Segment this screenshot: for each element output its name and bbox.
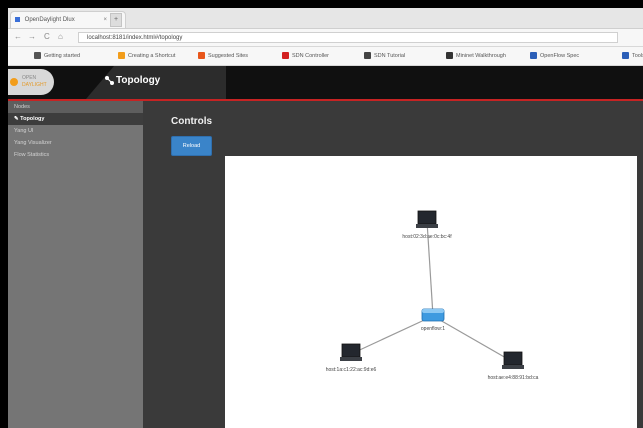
bookmark-label: Getting started xyxy=(44,53,81,59)
logo-text-top: OPEN xyxy=(22,75,37,81)
topology-canvas[interactable]: host:02:3d:ae:0c:bc:4f openflow:1 host:1a:… xyxy=(225,156,637,428)
switch-top xyxy=(422,309,444,313)
host-icon xyxy=(503,351,523,366)
bookmark-label: SDN Controller xyxy=(292,53,329,59)
bookmarks-bar: Getting started Creating a Shortcut Sugges… xyxy=(8,47,643,66)
header-title: Topology xyxy=(116,75,161,86)
logo-mark-icon xyxy=(10,78,18,86)
host-base xyxy=(416,224,438,228)
bookmark-item[interactable]: SDN Controller xyxy=(282,51,329,61)
controls-title: Controls xyxy=(171,116,213,127)
host-base xyxy=(502,365,524,369)
logo-text-bottom: DAYLIGHT xyxy=(22,82,47,88)
bookmark-label: SDN Tutorial xyxy=(374,53,406,59)
back-icon[interactable]: ← xyxy=(14,32,22,41)
bookmark-icon xyxy=(34,52,41,60)
bookmark-item[interactable]: OpenFlow Spec xyxy=(530,51,579,61)
topology-graph[interactable]: host:02:3d:ae:0c:bc:4f openflow:1 host:1a:… xyxy=(225,156,637,428)
forward-icon[interactable]: → xyxy=(28,32,36,41)
bookmark-label: Creating a Shortcut xyxy=(128,53,176,59)
bookmark-item[interactable]: Mininet Walkthrough xyxy=(446,51,506,61)
topology-link xyxy=(432,315,514,363)
url-field[interactable]: localhost:8181/index.html#/topology xyxy=(78,32,618,43)
tab-strip: OpenDaylight Dlux × + xyxy=(8,8,643,29)
app-header: OPEN DAYLIGHT Topology xyxy=(8,66,643,99)
node-label: host:1a:c1:22:ac:9d:e6 xyxy=(326,367,377,373)
topology-link xyxy=(350,315,434,355)
host-icon xyxy=(417,210,437,225)
bookmark-icon xyxy=(446,52,453,60)
bookmark-icon xyxy=(622,52,629,60)
bookmark-icon xyxy=(364,52,371,60)
tab-title: OpenDaylight Dlux xyxy=(24,17,75,23)
sidebar: Nodes ✎ Topology Yang UI Yang Visualizer Flo… xyxy=(8,101,143,428)
topology-icon xyxy=(105,76,114,85)
bookmark-icon xyxy=(530,52,537,60)
sidebar-item-topology[interactable]: ✎ Topology xyxy=(8,113,143,125)
bookmark-icon xyxy=(282,52,289,60)
bookmark-icon xyxy=(198,52,205,60)
sidebar-item-yang-visualizer[interactable]: Yang Visualizer xyxy=(8,137,143,149)
reload-button[interactable]: Reload xyxy=(171,136,212,156)
favicon-icon xyxy=(15,16,20,22)
bookmark-label: Tools xyxy=(632,53,643,59)
bookmark-item[interactable]: Suggested Sites xyxy=(198,51,248,61)
node-label: host:ae:e4:88:91:bd:ca xyxy=(488,375,539,381)
node-label: openflow:1 xyxy=(421,326,445,332)
bookmark-label: Mininet Walkthrough xyxy=(456,53,506,59)
host-icon xyxy=(341,343,361,358)
bookmark-label: Suggested Sites xyxy=(208,53,249,59)
host-node[interactable]: host:1a:c1:22:ac:9d:e6 xyxy=(326,343,377,373)
bookmark-item[interactable]: Creating a Shortcut xyxy=(118,51,175,61)
bookmark-icon xyxy=(118,52,125,60)
host-node[interactable]: host:02:3d:ae:0c:bc:4f xyxy=(402,210,452,240)
host-base xyxy=(340,357,362,361)
switch-node[interactable]: openflow:1 xyxy=(421,308,445,332)
bookmark-label: OpenFlow Spec xyxy=(540,53,580,59)
opendaylight-logo: OPEN DAYLIGHT xyxy=(8,69,54,95)
reload-icon[interactable]: C xyxy=(44,32,50,41)
sidebar-item-nodes[interactable]: Nodes xyxy=(8,101,143,113)
bookmark-item[interactable]: Getting started xyxy=(34,51,80,61)
tab-close-icon[interactable]: × xyxy=(103,12,107,29)
home-icon[interactable]: ⌂ xyxy=(58,32,63,41)
browser-window: OpenDaylight Dlux × + ← → C ⌂ localhost:… xyxy=(8,8,643,428)
host-node[interactable]: host:ae:e4:88:91:bd:ca xyxy=(488,351,539,381)
address-bar-row: ← → C ⌂ localhost:8181/index.html#/topol… xyxy=(8,29,643,47)
bookmark-item[interactable]: Tools xyxy=(622,51,643,61)
new-tab-button[interactable]: + xyxy=(110,13,122,27)
bookmark-item[interactable]: SDN Tutorial xyxy=(364,51,405,61)
main-content: Controls Reload host:02:3d:ae:0c:bc:4f op… xyxy=(143,101,643,428)
sidebar-item-yang-ui[interactable]: Yang UI xyxy=(8,125,143,137)
browser-tab[interactable]: OpenDaylight Dlux × + xyxy=(10,11,126,28)
node-label: host:02:3d:ae:0c:bc:4f xyxy=(402,234,452,240)
sidebar-item-flow-statistics[interactable]: Flow Statistics xyxy=(8,149,143,161)
screenshot-frame: OpenDaylight Dlux × + ← → C ⌂ localhost:… xyxy=(0,0,643,428)
